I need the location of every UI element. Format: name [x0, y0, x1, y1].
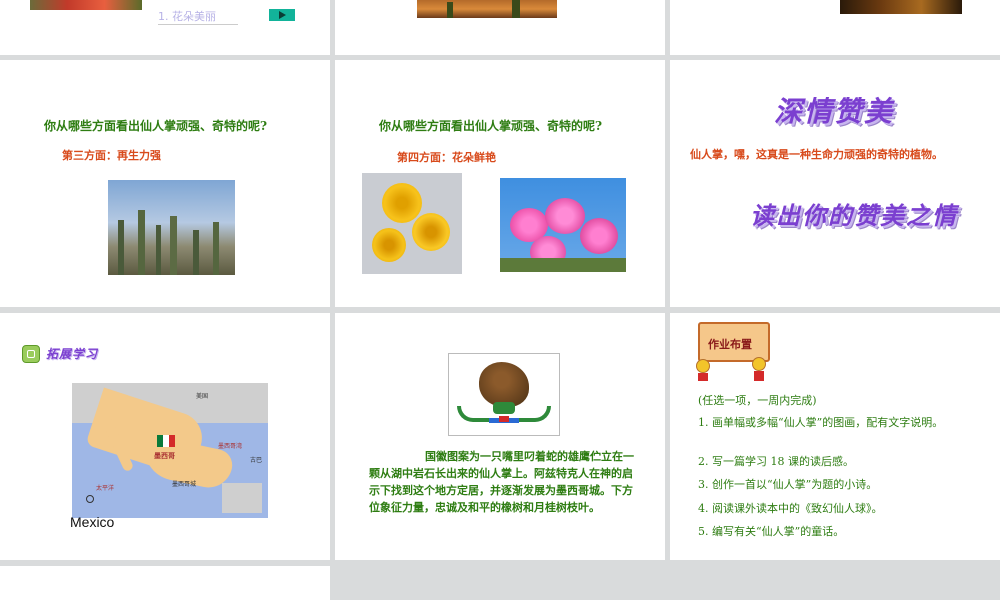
slide3-night-photo [840, 0, 962, 14]
slide5-aspect: 第四方面：花朵鲜艳 [397, 151, 496, 164]
slide4-cactus-photo [108, 180, 235, 275]
slide6-title: 深情赞美 [774, 95, 895, 128]
slide5-question: 你从哪些方面看出仙人掌顽强、奇特的呢? [379, 119, 603, 133]
slide4-question: 你从哪些方面看出仙人掌顽强、奇特的呢? [44, 119, 268, 133]
slide-thumbnail-4[interactable]: 你从哪些方面看出仙人掌顽强、奇特的呢? 第三方面：再生力强 [0, 60, 330, 307]
homework-item-1: 1. 画单幅或多幅“仙人掌”的图画，配有文字说明。 [698, 416, 944, 429]
map-label-gulf: 墨西哥湾 [218, 443, 243, 450]
slide-thumbnail-6[interactable]: 深情赞美 仙人掌，嘿，这真是一种生命力顽强的奇特的植物。 读出你的赞美之情 [670, 60, 1000, 307]
mexico-coat-of-arms [448, 353, 560, 436]
book-icon [22, 345, 40, 363]
homework-item-5: 5. 编写有关“仙人掌”的童话。 [698, 525, 845, 538]
slide1-caption: 1. 花朵美丽 [158, 8, 238, 25]
mexico-flag-icon [157, 435, 175, 447]
slide-thumbnail-3[interactable] [670, 0, 1000, 55]
slide2-desert-photo [417, 0, 557, 18]
map-label-cuba: 古巴 [250, 457, 263, 464]
cartoon-figure-right-icon [752, 357, 768, 381]
mexico-map: 美国 墨西哥 太平洋 墨西哥湾 古巴 墨西哥城 [72, 383, 268, 518]
slide9-intro: (任选一项，一周内完成) [698, 394, 817, 407]
slide-thumbnail-7[interactable]: 拓展学习 美国 墨西哥 太平洋 墨西哥湾 古巴 墨西哥城 Mexico [0, 313, 330, 560]
slide-thumbnail-8[interactable]: 国徽图案为一只嘴里叼着蛇的雄鹰伫立在一颗从湖中岩石长出来的仙人掌上。阿兹特克人在… [335, 313, 665, 560]
slide8-body: 国徽图案为一只嘴里叼着蛇的雄鹰伫立在一颗从湖中岩石长出来的仙人掌上。阿兹特克人在… [369, 450, 634, 514]
cartoon-figure-left-icon [696, 359, 712, 381]
slide-thumbnail-1[interactable]: 1. 花朵美丽 [0, 0, 330, 55]
slide7-map-label: Mexico [70, 514, 115, 530]
map-label-pacific: 太平洋 [96, 485, 115, 492]
homework-item-2: 2. 写一篇学习 18 课的读后感。 [698, 455, 854, 468]
slide6-body: 仙人掌，嘿，这真是一种生命力顽强的奇特的植物。 [690, 148, 943, 161]
homework-item-4: 4. 阅读课外读本中的《致幻仙人球》。 [698, 502, 883, 515]
map-label-usa: 美国 [196, 393, 209, 400]
empty-area [330, 566, 1000, 600]
slide-thumbnail-9[interactable]: 作业布置 (任选一项，一周内完成) 1. 画单幅或多幅“仙人掌”的图画，配有文字… [670, 313, 1000, 560]
homework-item-3: 3. 创作一首以“仙人掌”为题的小诗。 [698, 478, 878, 491]
homework-sign: 作业布置 [698, 322, 770, 362]
map-compass-icon [86, 495, 94, 503]
slide4-aspect: 第三方面：再生力强 [62, 149, 161, 162]
slide1-flower-photo [30, 0, 142, 10]
map-label-mexico-city: 墨西哥城 [172, 481, 197, 488]
slide6-subtitle: 读出你的赞美之情 [750, 202, 958, 230]
slide-thumbnail-10[interactable] [0, 566, 330, 600]
slide5-yellow-flower-photo [362, 173, 462, 274]
slide9-sign-text: 作业布置 [708, 338, 752, 351]
slide7-header: 拓展学习 [46, 347, 99, 361]
slide-thumbnail-5[interactable]: 你从哪些方面看出仙人掌顽强、奇特的呢? 第四方面：花朵鲜艳 [335, 60, 665, 307]
map-label-mexico: 墨西哥 [154, 452, 175, 460]
eagle-icon [479, 362, 529, 407]
slide-thumbnail-2[interactable] [335, 0, 665, 55]
slide5-pink-flower-photo [500, 178, 626, 272]
play-icon[interactable] [269, 9, 295, 21]
